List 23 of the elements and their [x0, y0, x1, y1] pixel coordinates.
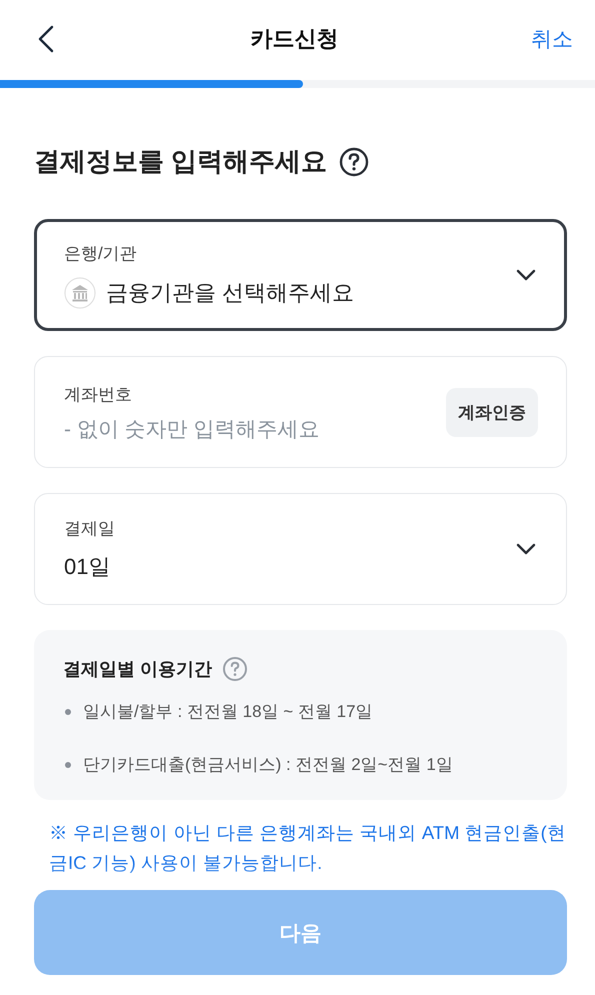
bullet-icon: [65, 708, 71, 714]
field-label: 결제일: [64, 518, 116, 540]
select-field[interactable]: 결제일 01일: [34, 493, 567, 605]
bank-icon: [64, 276, 96, 308]
page-title: 카드신청: [250, 25, 338, 53]
back-icon: [38, 25, 54, 53]
bullet-icon: [65, 762, 71, 768]
help-icon[interactable]: [339, 146, 370, 176]
info-item: 단기카드대출(현금서비스) : 전전월 2일~전월 1일: [83, 754, 453, 776]
field-label: 은행/기관: [64, 242, 138, 264]
input-field[interactable]: 계좌번호 - 없이 숫자만 입력해주세요 계좌인증: [34, 356, 567, 468]
info-title: 결제일별 이용기간: [63, 658, 212, 681]
field-value: 금융기관을 선택해주세요: [106, 278, 354, 306]
section-heading: 결제정보를 입력해주세요: [34, 145, 328, 178]
chevron-down-icon: [516, 269, 536, 281]
notice-text: ※ 우리은행이 아닌 다른 은행계좌는 국내외 ATM 현금인출(현금IC 기능) 사용이 불가능합니다.: [49, 821, 567, 875]
info-item: 일시불/할부 : 전전월 18일 ~ 전월 17일: [83, 701, 373, 723]
verify-account-button[interactable]: 계좌인증: [446, 388, 538, 436]
cancel-button[interactable]: 취소: [531, 25, 573, 53]
select-field[interactable]: 은행/기관 금융기관을 선택해주세요: [34, 219, 567, 331]
field-label: 계좌번호: [64, 384, 133, 406]
chevron-down-icon: [516, 543, 536, 555]
field-value: 01일: [64, 552, 110, 580]
